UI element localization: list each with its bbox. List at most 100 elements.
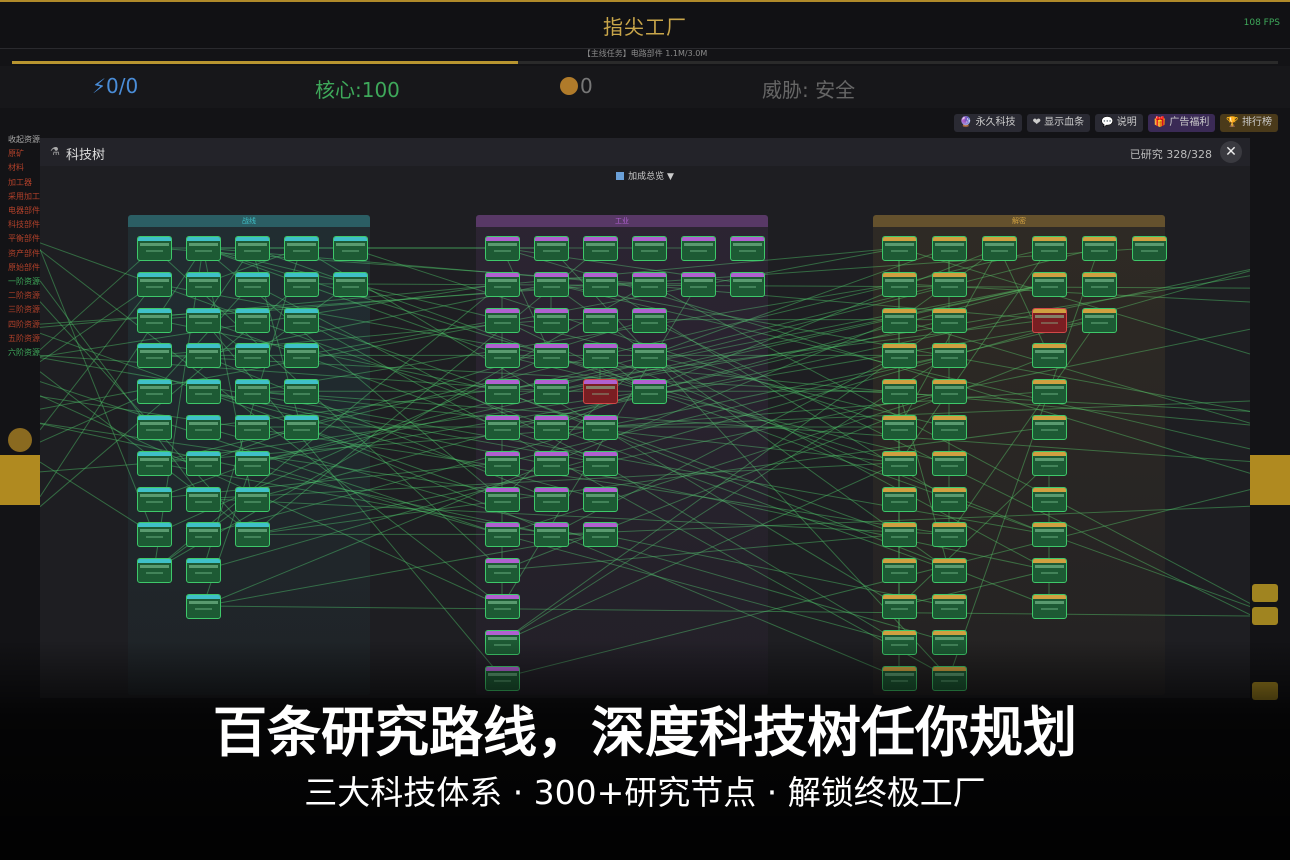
tech-node[interactable]	[186, 271, 221, 297]
tech-node[interactable]	[284, 343, 319, 369]
resource-item[interactable]: 六阶资源	[8, 346, 42, 360]
tech-node[interactable]	[186, 594, 221, 619]
tech-node[interactable]	[632, 236, 667, 261]
tech-node[interactable]	[882, 415, 917, 440]
tech-node[interactable]	[235, 450, 270, 476]
tech-node[interactable]	[333, 236, 368, 261]
tech-node[interactable]	[235, 236, 270, 261]
tech-node[interactable]	[583, 271, 618, 297]
tech-node[interactable]	[186, 522, 221, 548]
tech-node[interactable]	[632, 343, 667, 369]
tech-node[interactable]	[485, 450, 520, 476]
resource-item[interactable]: 材料	[8, 161, 42, 175]
tech-node[interactable]	[534, 450, 569, 476]
resource-item[interactable]: 原始部件	[8, 261, 42, 275]
tech-node[interactable]	[1032, 594, 1067, 619]
tech-node[interactable]	[137, 415, 172, 440]
tech-node[interactable]	[333, 271, 368, 297]
tech-node[interactable]	[882, 343, 917, 369]
tech-node[interactable]	[137, 271, 172, 297]
tech-node[interactable]	[235, 271, 270, 297]
resource-item[interactable]: 三阶资源	[8, 303, 42, 317]
tech-node[interactable]	[1032, 236, 1067, 261]
tech-node[interactable]	[485, 307, 520, 333]
tech-node[interactable]	[534, 379, 569, 405]
tech-node[interactable]	[730, 236, 765, 261]
tech-node[interactable]	[235, 343, 270, 369]
tech-node[interactable]	[982, 236, 1017, 261]
help-button[interactable]: 💬 说明	[1095, 114, 1143, 132]
tech-node[interactable]	[1032, 271, 1067, 297]
tech-node[interactable]	[235, 379, 270, 405]
ad-bonus-button[interactable]: 🎁 广告福利	[1147, 114, 1216, 132]
resource-item[interactable]: 平衡部件	[8, 232, 42, 246]
tech-node[interactable]	[583, 236, 618, 261]
tech-node[interactable]	[534, 486, 569, 512]
tech-node[interactable]	[534, 236, 569, 261]
tech-node[interactable]	[583, 379, 618, 405]
resource-item[interactable]: 加工器	[8, 176, 42, 190]
tech-node[interactable]	[284, 236, 319, 261]
tech-node[interactable]	[284, 415, 319, 440]
tech-node[interactable]	[932, 307, 967, 333]
tech-node[interactable]	[137, 558, 172, 584]
tech-node[interactable]	[1132, 236, 1167, 261]
leaderboard-button[interactable]: 🏆 排行榜	[1220, 114, 1278, 132]
tech-node[interactable]	[485, 522, 520, 548]
tech-node[interactable]	[1032, 415, 1067, 440]
tech-node[interactable]	[485, 558, 520, 584]
tech-node[interactable]	[485, 594, 520, 619]
tech-node[interactable]	[882, 450, 917, 476]
tech-node[interactable]	[485, 236, 520, 261]
tech-node[interactable]	[235, 307, 270, 333]
tech-node[interactable]	[284, 271, 319, 297]
tech-node[interactable]	[932, 522, 967, 548]
tech-node[interactable]	[932, 486, 967, 512]
tech-node[interactable]	[882, 486, 917, 512]
tech-node[interactable]	[485, 486, 520, 512]
tech-node[interactable]	[882, 379, 917, 405]
resource-item[interactable]: 四阶资源	[8, 318, 42, 332]
tech-node[interactable]	[186, 450, 221, 476]
tech-node[interactable]	[932, 594, 967, 619]
tech-node[interactable]	[137, 343, 172, 369]
tech-node[interactable]	[534, 343, 569, 369]
tech-node[interactable]	[534, 522, 569, 548]
tech-node[interactable]	[485, 379, 520, 405]
tech-node[interactable]	[137, 379, 172, 405]
resource-item[interactable]: 采用加工	[8, 190, 42, 204]
tech-node[interactable]	[882, 271, 917, 297]
tech-node[interactable]	[632, 271, 667, 297]
tech-node[interactable]	[186, 236, 221, 261]
tech-node[interactable]	[485, 271, 520, 297]
tech-node[interactable]	[137, 522, 172, 548]
show-hp-button[interactable]: ❤ 显示血条	[1026, 114, 1091, 132]
tech-node[interactable]	[882, 594, 917, 619]
tech-node[interactable]	[186, 379, 221, 405]
collapse-resources[interactable]: 收起资源	[8, 133, 42, 147]
tech-node[interactable]	[932, 236, 967, 261]
tech-node[interactable]	[932, 343, 967, 369]
tech-node[interactable]	[583, 307, 618, 333]
tech-node[interactable]	[932, 271, 967, 297]
tech-node[interactable]	[632, 379, 667, 405]
resource-item[interactable]: 原矿	[8, 147, 42, 161]
tech-node[interactable]	[932, 415, 967, 440]
tech-node[interactable]	[186, 558, 221, 584]
tech-node[interactable]	[235, 486, 270, 512]
tech-node[interactable]	[932, 379, 967, 405]
tech-node[interactable]	[1032, 450, 1067, 476]
resource-item[interactable]: 电器部件	[8, 204, 42, 218]
tech-node[interactable]	[284, 379, 319, 405]
tech-node[interactable]	[137, 486, 172, 512]
tech-node[interactable]	[583, 343, 618, 369]
tech-node[interactable]	[186, 343, 221, 369]
tech-node[interactable]	[583, 522, 618, 548]
tech-node[interactable]	[583, 486, 618, 512]
tech-node[interactable]	[186, 486, 221, 512]
tech-node[interactable]	[583, 415, 618, 440]
tech-node[interactable]	[1032, 558, 1067, 584]
tech-node[interactable]	[186, 415, 221, 440]
tech-node[interactable]	[882, 522, 917, 548]
tech-node[interactable]	[1032, 486, 1067, 512]
